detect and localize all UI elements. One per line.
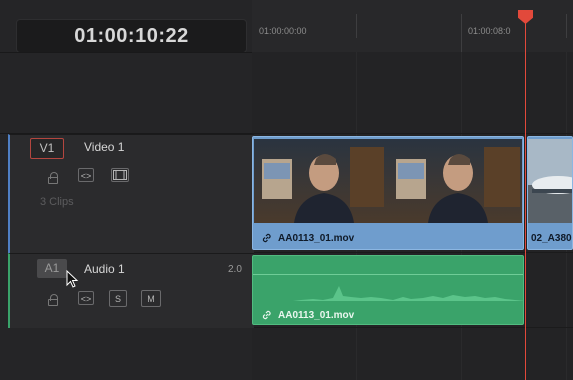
film-icon[interactable]	[111, 168, 129, 182]
lock-icon[interactable]	[48, 172, 58, 184]
audio-level-line	[253, 274, 523, 275]
link-icon	[262, 310, 271, 320]
mute-button[interactable]: M	[141, 290, 161, 307]
audio-clip[interactable]: AA0113_01.mov	[252, 255, 524, 325]
ruler-tick	[461, 14, 462, 52]
link-icon	[262, 233, 271, 243]
video-track-name[interactable]: Video 1	[84, 140, 124, 154]
video-clip[interactable]: AA0113_01.mov	[252, 136, 524, 250]
track-id-v1[interactable]: V1	[30, 138, 64, 159]
ruler-label: 01:00:08:0	[468, 26, 511, 36]
audio-channel-format: 2.0	[228, 264, 242, 275]
video-clip[interactable]: 02_A380	[527, 136, 573, 250]
playhead-line[interactable]	[525, 18, 526, 380]
solo-button[interactable]: S	[109, 290, 127, 307]
track-id-a1[interactable]: A1	[37, 259, 67, 278]
header-divider	[0, 52, 252, 53]
audio-track-name[interactable]: Audio 1	[84, 262, 125, 276]
ruler-tick	[356, 14, 357, 38]
audio-waveform	[253, 286, 523, 301]
pointer-cursor	[66, 270, 79, 288]
lock-icon[interactable]	[48, 294, 58, 306]
ruler-label: 01:00:00:00	[259, 26, 307, 36]
auto-select-icon[interactable]: <>	[78, 291, 94, 305]
auto-select-icon[interactable]: <>	[78, 168, 94, 182]
video-clip-name: AA0113_01.mov	[278, 233, 355, 244]
clip-thumbnail	[254, 139, 522, 223]
video-clip-name: 02_A380	[531, 233, 572, 244]
audio-clip-name: AA0113_01.mov	[278, 310, 355, 321]
timecode-display[interactable]: 01:00:10:22	[16, 19, 247, 53]
clip-count: 3 Clips	[40, 196, 74, 208]
clip-thumbnail	[528, 139, 572, 223]
ruler-tick	[566, 14, 567, 38]
